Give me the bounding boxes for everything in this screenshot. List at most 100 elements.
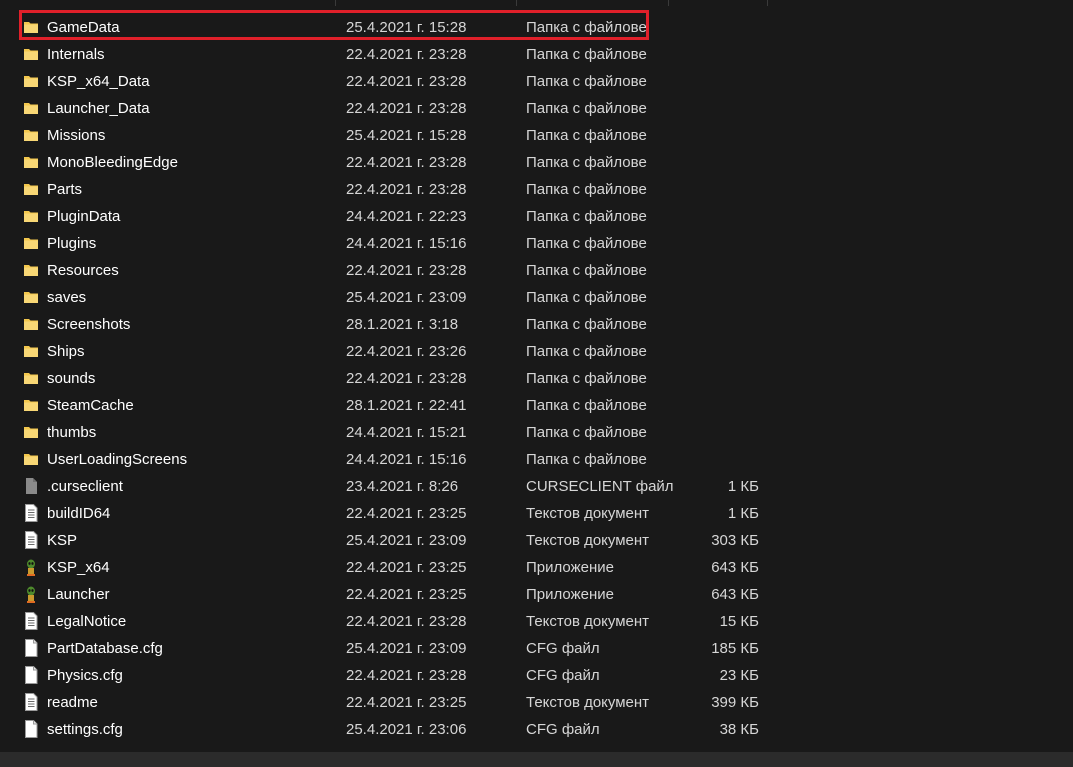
column-divider[interactable] bbox=[335, 0, 336, 6]
file-type: Текстов документ bbox=[526, 505, 650, 522]
file-list: GameData 25.4.2021 г. 15:28 Папка с файлов… bbox=[0, 0, 1073, 767]
file-date-modified: 25.4.2021 г. 23:06 bbox=[346, 721, 467, 738]
horizontal-scrollbar[interactable] bbox=[0, 752, 1073, 767]
file-type: CFG файл bbox=[526, 721, 600, 738]
folder-icon bbox=[23, 153, 39, 171]
file-date-modified: 22.4.2021 г. 23:28 bbox=[346, 262, 467, 279]
file-date-modified: 25.4.2021 г. 15:28 bbox=[346, 127, 467, 144]
folder-icon bbox=[23, 369, 39, 387]
file-date-modified: 25.4.2021 г. 23:09 bbox=[346, 640, 467, 657]
file-date-modified: 22.4.2021 г. 23:25 bbox=[346, 559, 467, 576]
column-divider[interactable] bbox=[668, 0, 669, 6]
file-size: 38 КБ bbox=[719, 721, 759, 738]
file-row[interactable]: Launcher 22.4.2021 г. 23:25 Приложение 643 … bbox=[0, 581, 1073, 608]
file-type: Папка с файлове bbox=[526, 424, 647, 441]
file-row[interactable]: sounds 22.4.2021 г. 23:28 Папка с файлове bbox=[0, 365, 1073, 392]
file-type: Папка с файлове bbox=[526, 181, 647, 198]
file-row[interactable]: KSP 25.4.2021 г. 23:09 Текстов документ 303… bbox=[0, 527, 1073, 554]
file-name: sounds bbox=[47, 370, 96, 387]
file-type: CFG файл bbox=[526, 667, 600, 684]
file-row[interactable]: GameData 25.4.2021 г. 15:28 Папка с файлов… bbox=[0, 14, 1073, 41]
file-name: Plugins bbox=[47, 235, 97, 252]
file-row[interactable]: Resources 22.4.2021 г. 23:28 Папка с файло… bbox=[0, 257, 1073, 284]
file-type: Текстов документ bbox=[526, 532, 650, 549]
file-date-modified: 25.4.2021 г. 15:28 bbox=[346, 19, 467, 36]
file-date-modified: 22.4.2021 г. 23:28 bbox=[346, 46, 467, 63]
file-name: Physics.cfg bbox=[47, 667, 123, 684]
file-date-modified: 25.4.2021 г. 23:09 bbox=[346, 289, 467, 306]
file-date-modified: 24.4.2021 г. 15:16 bbox=[346, 235, 467, 252]
file-type: Приложение bbox=[526, 559, 614, 576]
file-name: Launcher_Data bbox=[47, 100, 150, 117]
file-name: readme bbox=[47, 694, 98, 711]
file-name: settings.cfg bbox=[47, 721, 123, 738]
file-type: Папка с файлове bbox=[526, 262, 647, 279]
file-date-modified: 22.4.2021 г. 23:28 bbox=[346, 73, 467, 90]
file-name: saves bbox=[47, 289, 87, 306]
folder-icon bbox=[23, 261, 39, 279]
file-date-modified: 28.1.2021 г. 3:18 bbox=[346, 316, 459, 333]
file-date-modified: 22.4.2021 г. 23:28 bbox=[346, 667, 467, 684]
file-row[interactable]: UserLoadingScreens 24.4.2021 г. 15:16 Папк… bbox=[0, 446, 1073, 473]
file-row[interactable]: PluginData 24.4.2021 г. 22:23 Папка с файл… bbox=[0, 203, 1073, 230]
folder-icon bbox=[23, 207, 39, 225]
file-size: 643 КБ bbox=[711, 559, 759, 576]
folder-icon bbox=[23, 99, 39, 117]
file-row[interactable]: KSP_x64 22.4.2021 г. 23:25 Приложение 643 К… bbox=[0, 554, 1073, 581]
file-row[interactable]: Launcher_Data 22.4.2021 г. 23:28 Папка с ф… bbox=[0, 95, 1073, 122]
file-type: Папка с файлове bbox=[526, 46, 647, 63]
folder-icon bbox=[23, 423, 39, 441]
file-type: Папка с файлове bbox=[526, 289, 647, 306]
file-row[interactable]: saves 25.4.2021 г. 23:09 Папка с файлове bbox=[0, 284, 1073, 311]
file-row[interactable]: buildID64 22.4.2021 г. 23:25 Текстов докум… bbox=[0, 500, 1073, 527]
file-name: KSP_x64_Data bbox=[47, 73, 150, 90]
file-row[interactable]: Physics.cfg 22.4.2021 г. 23:28 CFG файл 23 … bbox=[0, 662, 1073, 689]
file-date-modified: 25.4.2021 г. 23:09 bbox=[346, 532, 467, 549]
file-name: Ships bbox=[47, 343, 85, 360]
file-row[interactable]: Parts 22.4.2021 г. 23:28 Папка с файлове bbox=[0, 176, 1073, 203]
file-row[interactable]: LegalNotice 22.4.2021 г. 23:28 Текстов док… bbox=[0, 608, 1073, 635]
file-date-modified: 22.4.2021 г. 23:25 bbox=[346, 694, 467, 711]
file-row[interactable]: Internals 22.4.2021 г. 23:28 Папка с файло… bbox=[0, 41, 1073, 68]
file-row[interactable]: MonoBleedingEdge 22.4.2021 г. 23:28 Папка … bbox=[0, 149, 1073, 176]
file-type: Папка с файлове bbox=[526, 370, 647, 387]
column-divider[interactable] bbox=[516, 0, 517, 6]
file-date-modified: 28.1.2021 г. 22:41 bbox=[346, 397, 467, 414]
file-date-modified: 23.4.2021 г. 8:26 bbox=[346, 478, 459, 495]
file-name: MonoBleedingEdge bbox=[47, 154, 178, 171]
file-name: KSP bbox=[47, 532, 78, 549]
file-row[interactable]: .curseclient 23.4.2021 г. 8:26 CURSECLIENT… bbox=[0, 473, 1073, 500]
app-icon bbox=[23, 585, 39, 603]
file-row[interactable]: settings.cfg 25.4.2021 г. 23:06 CFG файл 38… bbox=[0, 716, 1073, 743]
file-row[interactable]: SteamCache 28.1.2021 г. 22:41 Папка с файл… bbox=[0, 392, 1073, 419]
folder-icon bbox=[23, 342, 39, 360]
file-type: Папка с файлове bbox=[526, 316, 647, 333]
file-type: Текстов документ bbox=[526, 694, 650, 711]
file-row[interactable]: thumbs 24.4.2021 г. 15:21 Папка с файлове bbox=[0, 419, 1073, 446]
folder-icon bbox=[23, 234, 39, 252]
file-type: Папка с файлове bbox=[526, 235, 647, 252]
file-name: Resources bbox=[47, 262, 119, 279]
file-row[interactable]: KSP_x64_Data 22.4.2021 г. 23:28 Папка с фа… bbox=[0, 68, 1073, 95]
file-row[interactable]: Ships 22.4.2021 г. 23:26 Папка с файлове bbox=[0, 338, 1073, 365]
file-type: Папка с файлове bbox=[526, 451, 647, 468]
file-row[interactable]: Plugins 24.4.2021 г. 15:16 Папка с файлове bbox=[0, 230, 1073, 257]
file-row[interactable]: readme 22.4.2021 г. 23:25 Текстов документ… bbox=[0, 689, 1073, 716]
file-size: 399 КБ bbox=[711, 694, 759, 711]
file-name: LegalNotice bbox=[47, 613, 127, 630]
file-row[interactable]: Screenshots 28.1.2021 г. 3:18 Папка с файл… bbox=[0, 311, 1073, 338]
file-size: 1 КБ bbox=[727, 505, 759, 522]
file-type: Папка с файлове bbox=[526, 154, 647, 171]
file-name: UserLoadingScreens bbox=[47, 451, 188, 468]
file-row[interactable]: PartDatabase.cfg 25.4.2021 г. 23:09 CFG фа… bbox=[0, 635, 1073, 662]
file-row[interactable]: Missions 25.4.2021 г. 15:28 Папка с файлов… bbox=[0, 122, 1073, 149]
file-type: CURSECLIENT файл bbox=[526, 478, 674, 495]
file-date-modified: 22.4.2021 г. 23:28 bbox=[346, 154, 467, 171]
folder-icon bbox=[23, 396, 39, 414]
file-name: .curseclient bbox=[47, 478, 123, 495]
column-divider[interactable] bbox=[767, 0, 768, 6]
file-date-modified: 24.4.2021 г. 22:23 bbox=[346, 208, 467, 225]
file-type: Текстов документ bbox=[526, 613, 650, 630]
folder-icon bbox=[23, 450, 39, 468]
file-size: 643 КБ bbox=[711, 586, 759, 603]
